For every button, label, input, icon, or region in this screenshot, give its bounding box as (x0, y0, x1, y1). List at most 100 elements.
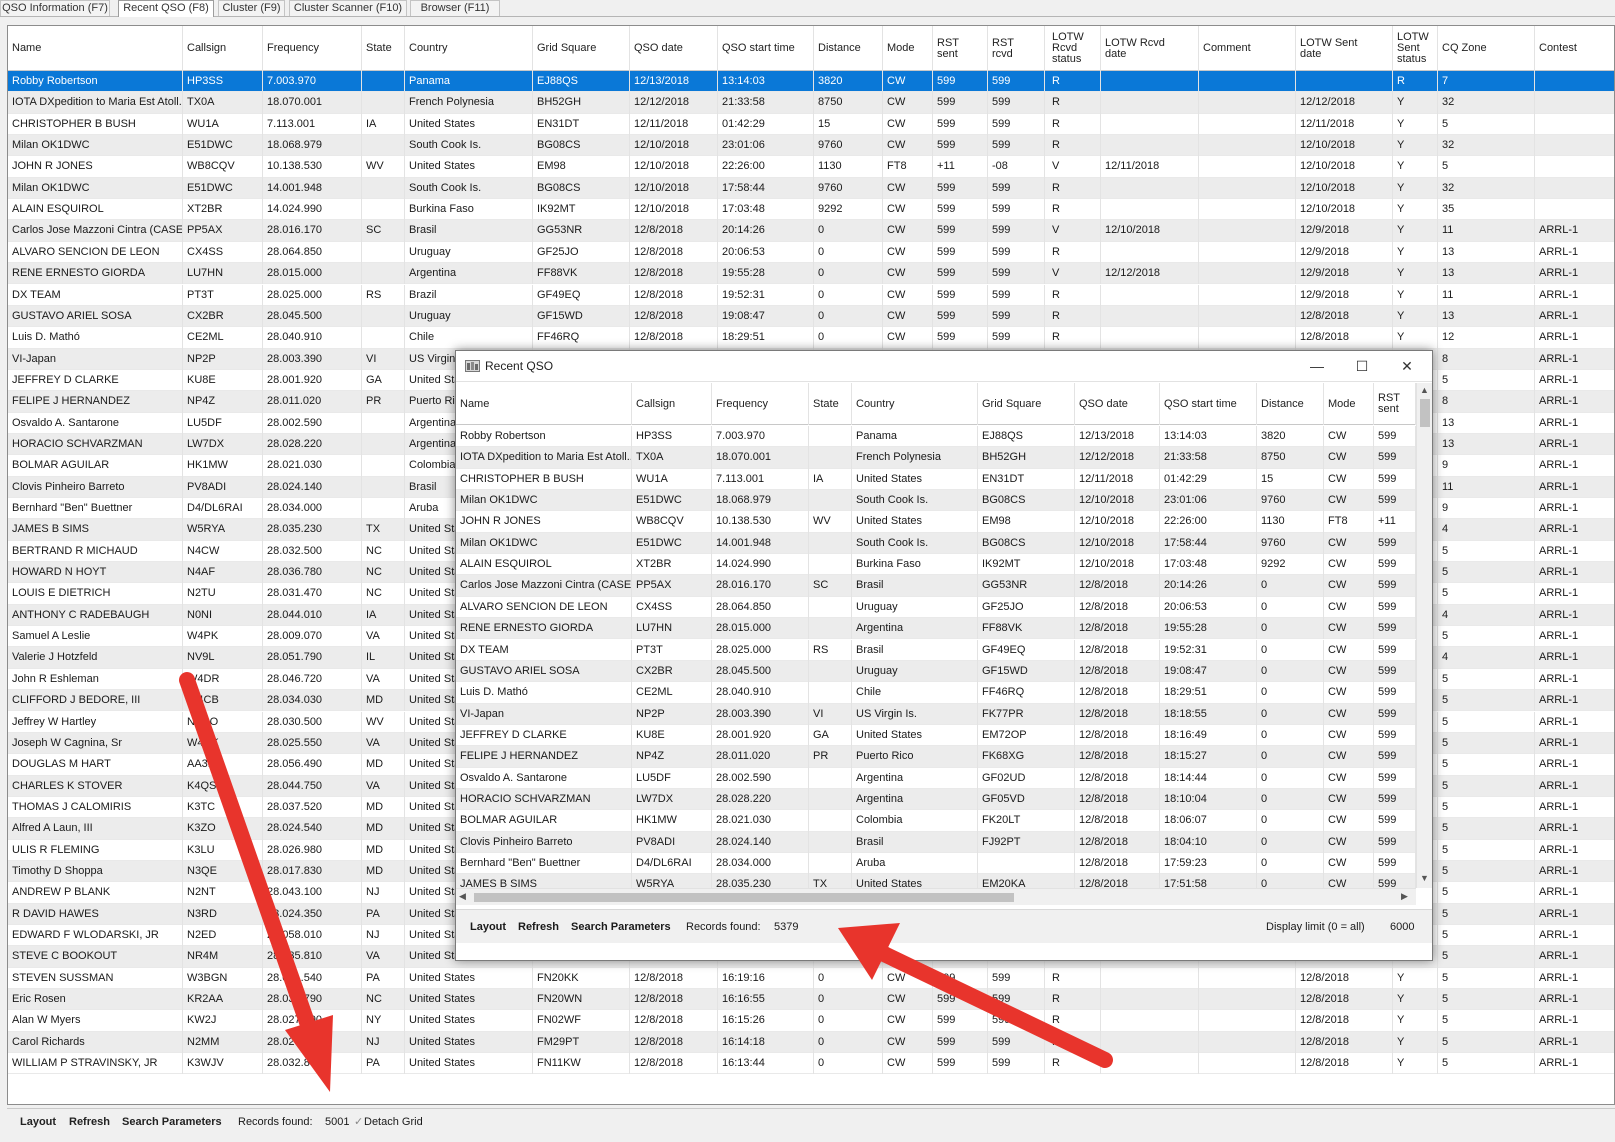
table-row[interactable]: Bernhard "Ben" Buettner D4/DL6RAI 28.034.0… (456, 853, 1416, 875)
window-titlebar[interactable]: Recent QSO — ☐ ✕ (456, 351, 1432, 382)
table-row[interactable]: WILLIAM P STRAVINSKY, JR K3WJV 28.032.830 P… (8, 1053, 1614, 1075)
column-header[interactable]: Distance (1257, 383, 1324, 425)
column-header[interactable]: LOTW Sent date (1296, 26, 1393, 71)
table-row[interactable]: JAMES B SIMS W5RYA 28.035.230 TX United Stat… (456, 874, 1416, 888)
column-header[interactable]: Callsign (632, 383, 712, 425)
column-header[interactable]: Callsign (183, 26, 263, 71)
detach-grid-button[interactable]: Detach Grid (364, 1109, 423, 1135)
column-header[interactable]: RST sent (933, 26, 988, 71)
table-row[interactable]: Osvaldo A. Santarone LU5DF 28.002.590 Argen… (456, 767, 1416, 789)
tab-qso-information-f7[interactable]: QSO Information (F7) (0, 0, 110, 16)
table-row[interactable]: Carlos Jose Mazzoni Cintra (CASE) PP5AX 28… (456, 575, 1416, 597)
layout-button[interactable]: Layout (470, 910, 506, 944)
table-cell: 599 (1374, 554, 1416, 576)
table-row[interactable]: JEFFREY D CLARKE KU8E 28.001.920 GA United S… (456, 724, 1416, 747)
table-row[interactable]: ALVARO SENCION DE LEON CX4SS 28.064.850 Uru… (8, 241, 1614, 264)
column-header[interactable]: RST sent (1374, 383, 1416, 425)
scroll-right-icon[interactable]: ▶ (1401, 891, 1408, 902)
table-row[interactable]: RENE ERNESTO GIORDA LU7HN 28.015.000 Argent… (456, 618, 1416, 640)
table-row[interactable]: GUSTAVO ARIEL SOSA CX2BR 28.045.500 Uruguay… (8, 305, 1614, 328)
column-header[interactable]: Name (8, 26, 183, 71)
column-header[interactable]: State (809, 383, 852, 425)
column-header[interactable]: Frequency (263, 26, 362, 71)
column-header[interactable]: Grid Square (533, 26, 630, 71)
scroll-up-icon[interactable]: ▲ (1420, 385, 1429, 395)
table-row[interactable]: Luis D. Mathó CE2ML 28.040.910 Chile FF46RQ 1… (456, 682, 1416, 704)
column-header[interactable]: LOTW Sent status (1393, 26, 1438, 71)
table-row[interactable]: RENE ERNESTO GIORDA LU7HN 28.015.000 Argent… (8, 263, 1614, 285)
search-parameters-button[interactable]: Search Parameters (122, 1109, 222, 1135)
table-row[interactable]: Milan OK1DWC E51DWC 18.068.979 South Cook I… (8, 135, 1614, 157)
close-button[interactable]: ✕ (1384, 351, 1430, 382)
tab-browser-f11[interactable]: Browser (F11) (410, 0, 500, 16)
scroll-left-icon[interactable]: ◀ (459, 891, 466, 902)
table-row[interactable]: Robby Robertson HP3SS 7.003.970 Panama EJ88Q… (456, 426, 1416, 448)
table-row[interactable]: VI-Japan NP2P 28.003.390 VI US Virgin Is. FK7… (456, 703, 1416, 725)
table-row[interactable]: DX TEAM PT3T 28.025.000 RS Brasil GF49EQ 12/8/… (456, 639, 1416, 661)
table-cell: 28.009.070 (263, 626, 362, 648)
refresh-button[interactable]: Refresh (69, 1109, 110, 1135)
column-header[interactable]: QSO date (1075, 383, 1160, 425)
table-row[interactable]: CHRISTOPHER B BUSH WU1A 7.113.001 IA United … (8, 113, 1614, 136)
table-row[interactable]: Alan W Myers KW2J 28.027.190 NY United State… (8, 1010, 1614, 1032)
column-header[interactable]: CQ Zone (1438, 26, 1535, 71)
display-limit-input[interactable]: 6000 (1390, 910, 1414, 944)
column-header[interactable]: Name (456, 383, 632, 425)
table-row[interactable]: IOTA DXpedition to Maria Est Atoll... TX0… (456, 447, 1416, 469)
column-header[interactable]: RST rcvd (988, 26, 1045, 71)
column-header[interactable]: Contest (1535, 26, 1614, 71)
column-header[interactable]: LOTW Rcvd status (1048, 26, 1101, 71)
table-row[interactable]: BOLMAR AGUILAR HK1MW 28.021.030 Colombia FK2… (456, 810, 1416, 832)
column-header[interactable]: Frequency (712, 383, 809, 425)
table-row[interactable]: JOHN R JONES WB8CQV 10.138.530 WV United Sta… (456, 511, 1416, 533)
table-row[interactable]: GUSTAVO ARIEL SOSA CX2BR 28.045.500 Uruguay… (456, 660, 1416, 683)
table-row[interactable]: Clovis Pinheiro Barreto PV8ADI 28.024.140 B… (456, 831, 1416, 853)
column-header[interactable]: QSO date (630, 26, 718, 71)
table-row[interactable]: Robby Robertson HP3SS 7.003.970 Panama EJ88Q… (8, 71, 1614, 93)
table-row[interactable]: Eric Rosen KR2AA 28.035.790 NC United States… (8, 989, 1614, 1011)
column-header[interactable]: Mode (1324, 383, 1374, 425)
vertical-scrollbar[interactable]: ▲ ▼ (1416, 383, 1432, 888)
table-row[interactable]: JOHN R JONES WB8CQV 10.138.530 WV United Sta… (8, 156, 1614, 178)
column-header[interactable]: Country (405, 26, 533, 71)
search-parameters-button[interactable]: Search Parameters (571, 910, 671, 944)
column-header[interactable]: Distance (814, 26, 883, 71)
layout-button[interactable]: Layout (20, 1109, 56, 1135)
scroll-thumb[interactable] (1420, 399, 1430, 427)
column-header[interactable]: QSO start time (718, 26, 814, 71)
table-cell: Valerie J Hotzfeld (8, 647, 183, 669)
table-row[interactable]: CHRISTOPHER B BUSH WU1A 7.113.001 IA United … (456, 468, 1416, 491)
column-header[interactable]: Mode (883, 26, 933, 71)
table-row[interactable]: Carol Richards N2MM 28.029.300 NJ United Sta… (8, 1031, 1614, 1054)
table-cell: 10.138.530 (263, 156, 362, 178)
table-row[interactable]: Carlos Jose Mazzoni Cintra (CASE) PP5AX 28… (8, 220, 1614, 242)
column-header[interactable]: LOTW Rcvd date (1101, 26, 1199, 71)
table-row[interactable]: Milan OK1DWC E51DWC 14.001.948 South Cook I… (456, 532, 1416, 555)
scroll-down-icon[interactable]: ▼ (1420, 873, 1429, 883)
tab-recent-qso-f8[interactable]: Recent QSO (F8) (118, 0, 214, 17)
tab-cluster-scanner-f10[interactable]: Cluster Scanner (F10) (289, 0, 407, 16)
column-header[interactable]: Comment (1199, 26, 1296, 71)
column-header[interactable]: QSO start time (1160, 383, 1257, 425)
scroll-thumb-horizontal[interactable] (474, 893, 1014, 902)
recent-qso-window[interactable]: Recent QSO — ☐ ✕ Name Callsign Frequency St… (455, 350, 1433, 961)
table-row[interactable]: Luis D. Mathó CE2ML 28.040.910 Chile FF46RQ 1… (8, 327, 1614, 349)
table-row[interactable]: ALAIN ESQUIROL XT2BR 14.024.990 Burkina Fas… (456, 554, 1416, 576)
table-row[interactable]: DX TEAM PT3T 28.025.000 RS Brazil GF49EQ 12/8/… (8, 284, 1614, 306)
column-header[interactable]: Grid Square (978, 383, 1075, 425)
table-row[interactable]: ALAIN ESQUIROL XT2BR 14.024.990 Burkina Fas… (8, 199, 1614, 221)
maximize-button[interactable]: ☐ (1339, 351, 1385, 382)
table-row[interactable]: STEVEN SUSSMAN W3BGN 28.031.540 PA United St… (8, 967, 1614, 990)
horizontal-scrollbar[interactable]: ◀ ▶ (456, 888, 1416, 905)
table-row[interactable]: HORACIO SCHVARZMAN LW7DX 28.028.220 Argenti… (456, 788, 1416, 811)
minimize-button[interactable]: — (1294, 351, 1340, 382)
tab-cluster-f9[interactable]: Cluster (F9) (218, 0, 285, 16)
refresh-button[interactable]: Refresh (518, 910, 559, 944)
table-row[interactable]: ALVARO SENCION DE LEON CX4SS 28.064.850 Uru… (456, 596, 1416, 619)
column-header[interactable]: Country (852, 383, 978, 425)
table-row[interactable]: Milan OK1DWC E51DWC 18.068.979 South Cook I… (456, 490, 1416, 512)
table-row[interactable]: FELIPE J HERNANDEZ NP4Z 28.011.020 PR Puerto… (456, 746, 1416, 768)
column-header[interactable]: State (362, 26, 405, 71)
table-row[interactable]: IOTA DXpedition to Maria Est Atoll... TX0… (8, 92, 1614, 114)
table-row[interactable]: Milan OK1DWC E51DWC 14.001.948 South Cook I… (8, 177, 1614, 200)
